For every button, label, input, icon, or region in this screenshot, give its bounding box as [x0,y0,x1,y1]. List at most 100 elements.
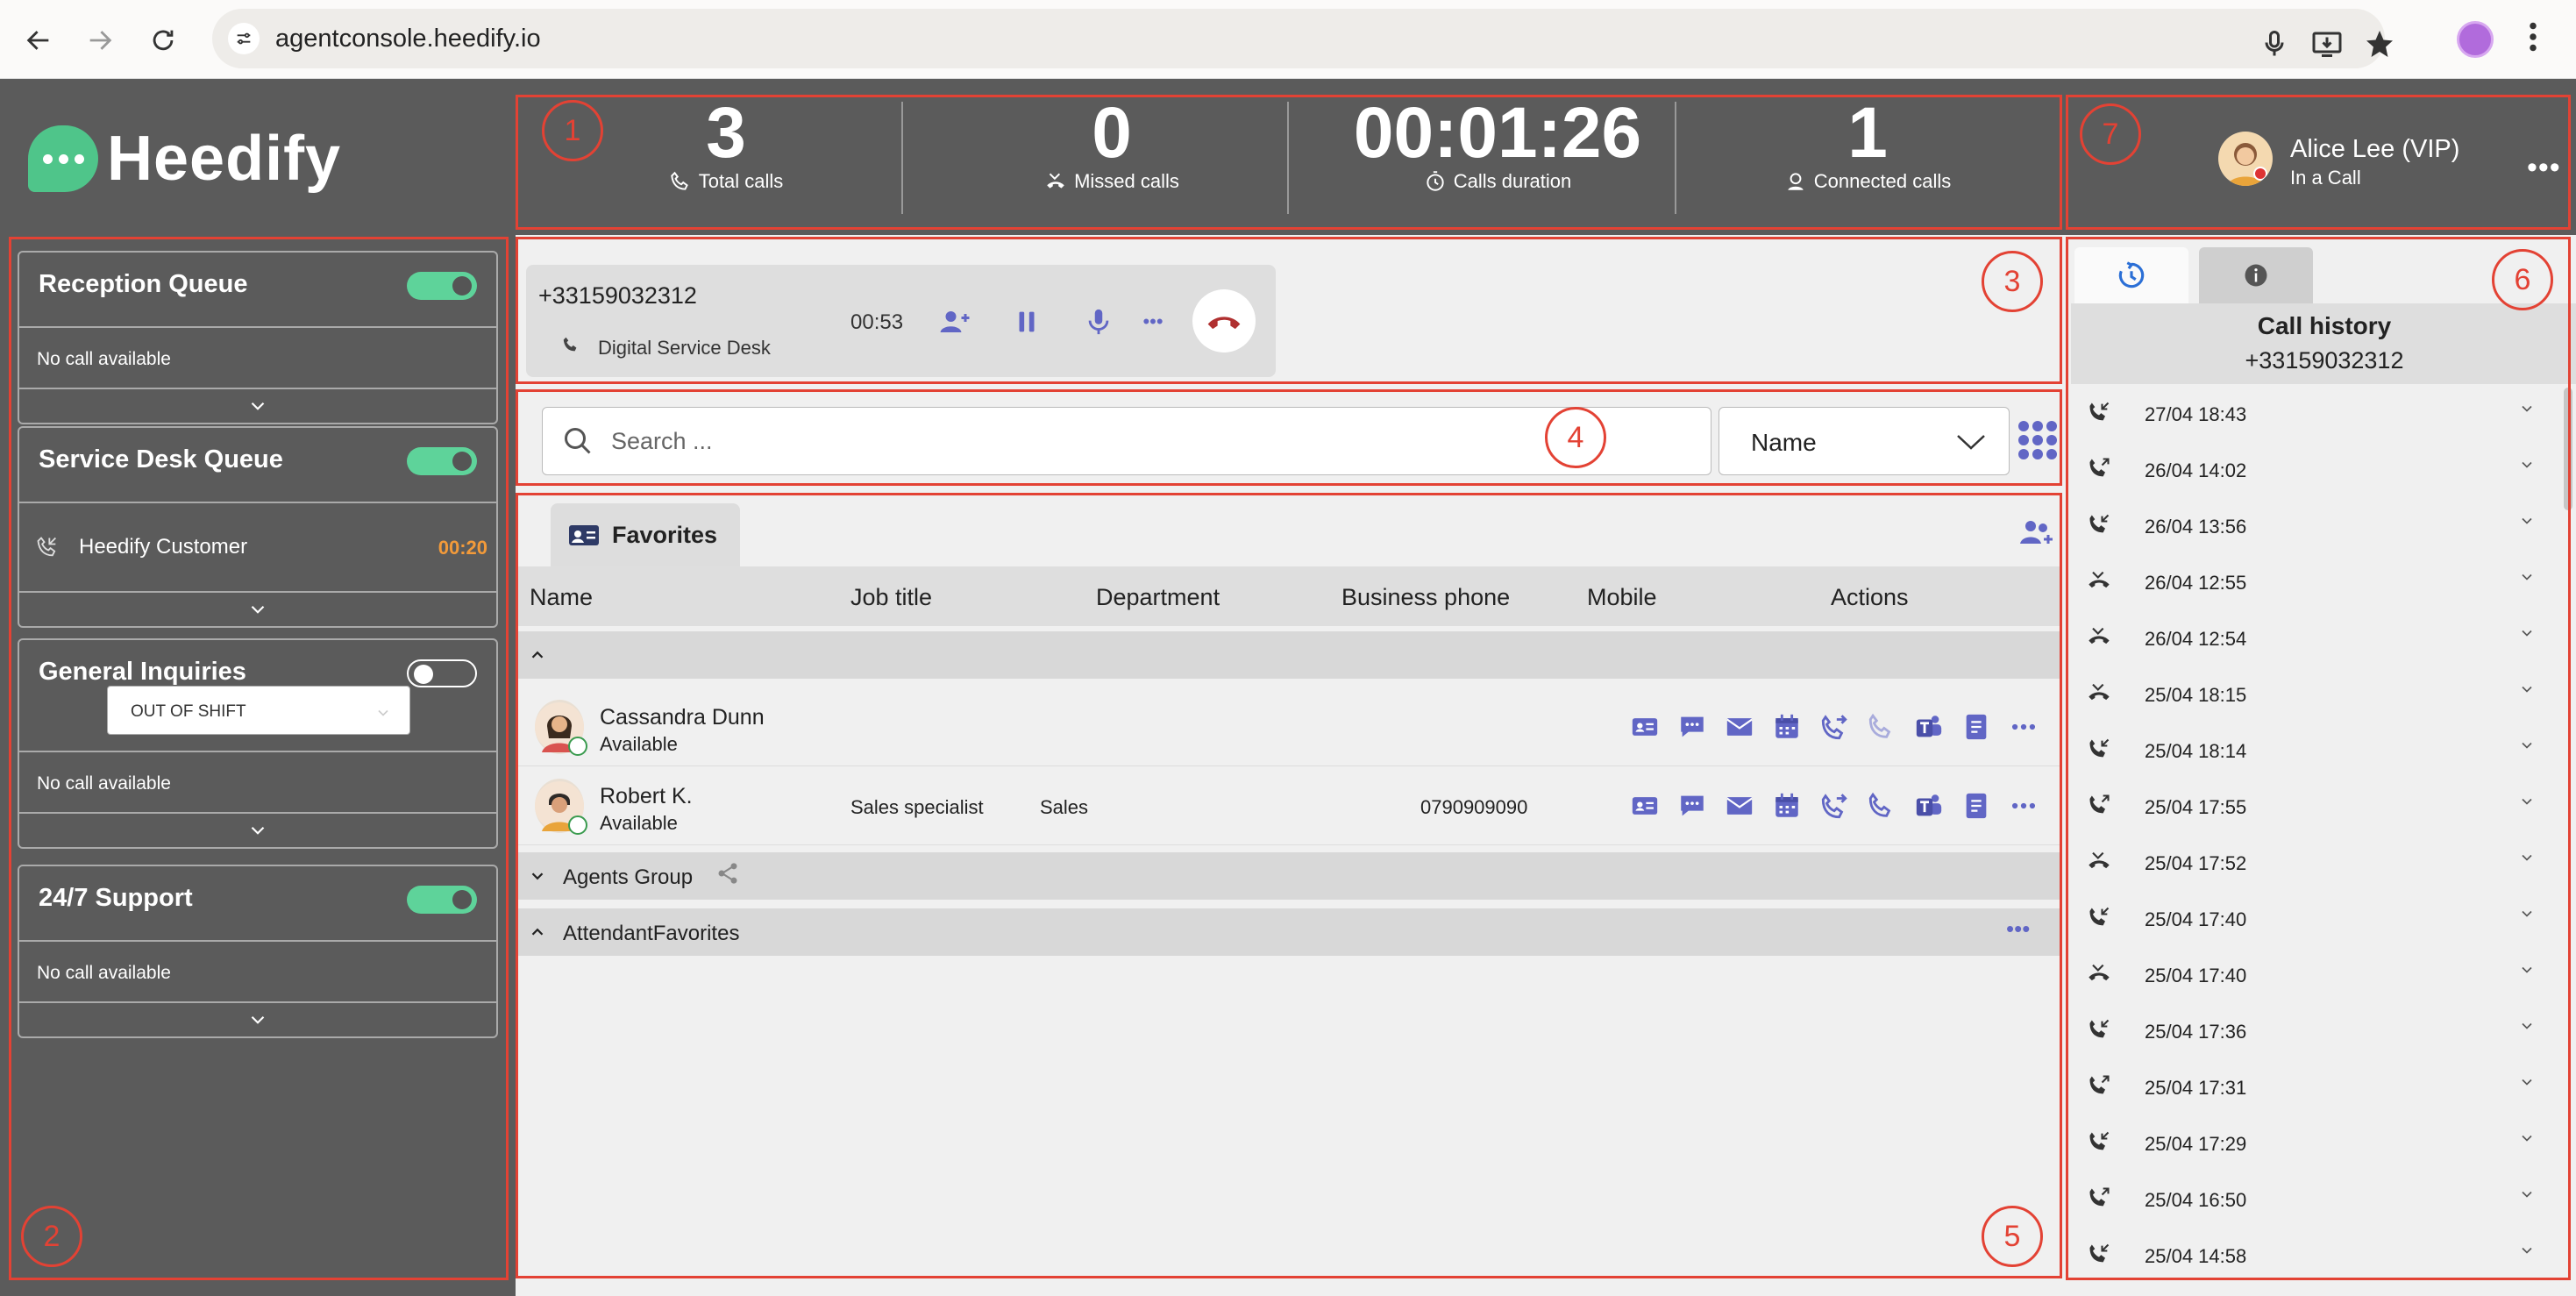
calendar-icon[interactable] [1771,712,1803,742]
incoming-call-icon [2089,907,2110,926]
email-icon[interactable] [1724,712,1755,742]
chevron-down-icon[interactable] [2518,1017,2536,1035]
contact-card-icon [569,525,599,545]
back-arrow-icon[interactable] [19,21,58,60]
chevron-down-icon[interactable] [2518,1129,2536,1147]
table-row[interactable]: Cassandra Dunn Available [516,687,2062,766]
chevron-down-icon[interactable] [2518,1186,2536,1203]
calendar-icon[interactable] [1771,791,1803,821]
queue-toggle[interactable] [407,447,477,475]
history-item[interactable]: 26/04 14:02 [2071,440,2558,496]
queue-toggle[interactable] [407,659,477,687]
note-icon[interactable] [1960,791,1992,821]
bookmark-star-icon[interactable] [2364,28,2399,63]
column-header: Mobile [1587,584,1657,610]
history-item[interactable]: 25/04 17:29 [2071,1114,2558,1170]
history-item[interactable]: 26/04 13:56 [2071,496,2558,552]
table-row[interactable]: Robert K. Available Sales specialist Sal… [516,766,2062,845]
user-name: Alice Lee (VIP) [2290,135,2460,163]
history-item[interactable]: 26/04 12:55 [2071,552,2558,609]
history-item[interactable]: 25/04 18:14 [2071,721,2558,777]
contact-card-icon[interactable] [1629,712,1661,742]
history-item[interactable]: 25/04 17:52 [2071,833,2558,889]
shift-select[interactable]: OUT OF SHIFT [107,686,410,735]
chevron-down-icon[interactable] [2518,680,2536,698]
add-group-icon[interactable] [2017,517,2055,547]
teams-icon[interactable] [1913,712,1945,742]
browser-menu-icon[interactable] [2529,19,2546,60]
forward-arrow-icon[interactable] [81,21,119,60]
history-number: +33159032312 [2245,347,2404,374]
group-row-expanded[interactable] [516,631,2062,679]
note-icon[interactable] [1960,712,1992,742]
user-avatar[interactable] [2218,132,2273,186]
contact-business-phone: 0790909090 [1420,796,1528,818]
history-item[interactable]: 26/04 12:54 [2071,609,2558,665]
phone-call-icon[interactable] [1866,791,1897,821]
contact-job-title: Sales specialist [850,796,984,818]
queue-toggle[interactable] [407,886,477,914]
history-time: 25/04 17:55 [2145,796,2247,818]
hold-icon[interactable] [1008,303,1045,340]
more-icon[interactable] [2008,712,2039,742]
chat-icon[interactable] [1676,712,1708,742]
chevron-down-icon[interactable] [2518,624,2536,642]
user-more-button[interactable]: ••• [2527,151,2561,185]
group-row-attendant-favorites[interactable]: AttendantFavorites ••• [516,908,2062,956]
tab-history[interactable] [2074,247,2188,303]
history-item[interactable]: 25/04 17:55 [2071,777,2558,833]
search-filter-select[interactable]: Name [1719,407,2010,475]
queue-waiting-call[interactable]: Heedify Customer 00:20 [19,503,496,591]
history-item[interactable]: 25/04 17:40 [2071,889,2558,945]
history-item[interactable]: 25/04 17:36 [2071,1001,2558,1057]
tab-info[interactable] [2199,247,2313,303]
chevron-down-icon[interactable] [2518,737,2536,754]
chevron-down-icon[interactable] [2518,400,2536,417]
chat-icon[interactable] [1676,791,1708,821]
transfer-call-icon[interactable] [1818,791,1850,821]
chevron-down-icon[interactable] [2518,512,2536,530]
teams-icon[interactable] [1913,791,1945,821]
email-icon[interactable] [1724,791,1755,821]
site-settings-icon[interactable] [228,23,260,54]
dialpad-icon[interactable] [2018,421,2057,459]
history-scrollbar[interactable] [2564,388,2572,510]
group-row-agents[interactable]: Agents Group [516,852,2062,900]
contact-card-icon[interactable] [1629,791,1661,821]
chevron-down-icon[interactable] [2518,456,2536,474]
contact-name: Robert K. [600,784,693,808]
chevron-down-icon[interactable] [2518,961,2536,979]
transfer-call-icon[interactable] [1818,712,1850,742]
install-app-icon[interactable] [2311,28,2346,63]
chevron-down-icon[interactable] [2518,1242,2536,1259]
history-item[interactable]: 27/04 18:43 [2071,384,2558,440]
more-icon[interactable] [2008,791,2039,821]
hang-up-button[interactable] [1192,289,1256,352]
search-input[interactable] [611,417,1576,466]
expand-chevron-icon[interactable] [19,1001,496,1036]
history-item[interactable]: 25/04 16:50 [2071,1170,2558,1226]
address-bar[interactable]: agentconsole.heedify.io [212,9,2393,68]
group-more-button[interactable]: ••• [2006,915,2030,943]
history-item[interactable]: 25/04 17:31 [2071,1057,2558,1114]
tab-favorites[interactable]: Favorites [551,503,740,566]
profile-avatar[interactable] [2457,21,2494,58]
call-more-button[interactable]: ••• [1135,303,1171,340]
expand-chevron-icon[interactable] [19,388,496,423]
microphone-icon[interactable] [1080,303,1117,340]
add-participant-icon[interactable] [936,303,973,340]
chevron-down-icon[interactable] [2518,849,2536,866]
chevron-down-icon[interactable] [2518,793,2536,810]
chevron-down-icon[interactable] [2518,568,2536,586]
history-item[interactable]: 25/04 17:40 [2071,945,2558,1001]
queue-toggle[interactable] [407,272,477,300]
history-item[interactable]: 25/04 14:58 [2071,1226,2558,1282]
share-icon[interactable] [715,861,740,886]
microphone-icon[interactable] [2259,28,2294,63]
chevron-down-icon[interactable] [2518,1073,2536,1091]
expand-chevron-icon[interactable] [19,591,496,626]
reload-icon[interactable] [144,21,182,60]
expand-chevron-icon[interactable] [19,812,496,847]
chevron-down-icon[interactable] [2518,905,2536,922]
history-item[interactable]: 25/04 18:15 [2071,665,2558,721]
